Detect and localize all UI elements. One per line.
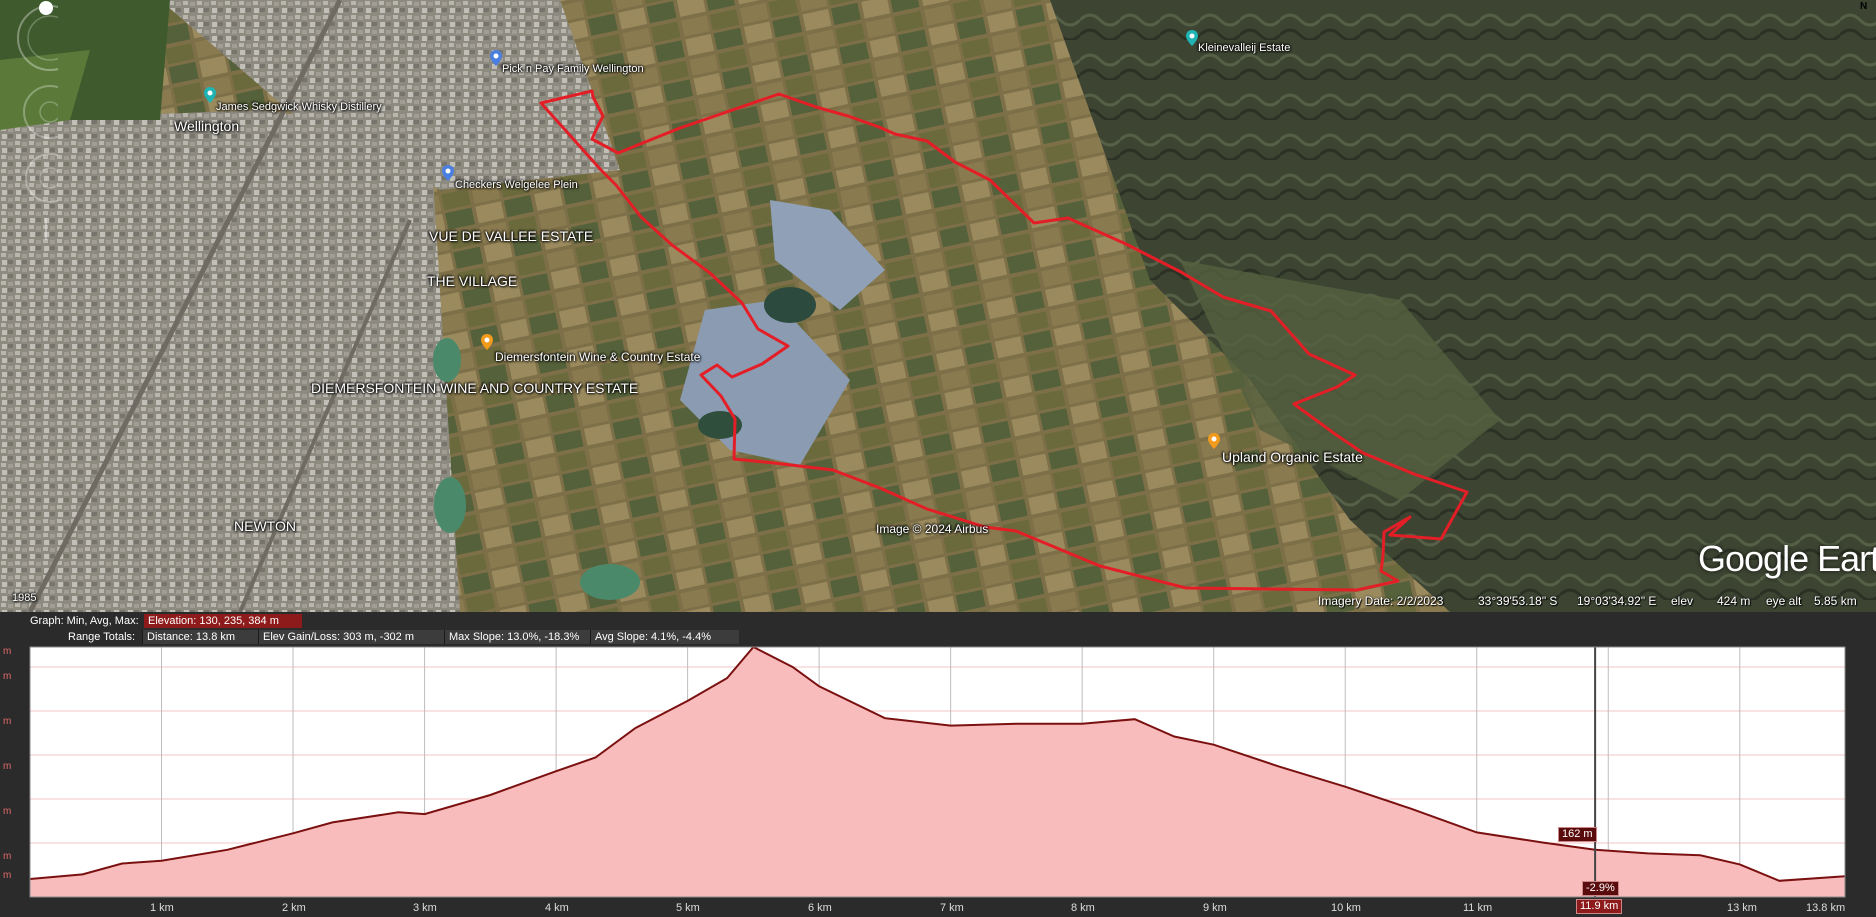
google-earth-logo: Google Earth — [1698, 538, 1876, 579]
navigation-controls[interactable] — [0, 0, 58, 240]
y-unit-label: m — [3, 870, 12, 881]
place-label-upland-organic[interactable]: Upland Organic Estate — [1222, 449, 1363, 465]
x-tick-label: 3 km — [413, 902, 437, 914]
teal-attraction-pin-icon[interactable] — [204, 87, 216, 103]
x-tick-label: 7 km — [940, 902, 964, 914]
x-tick-label: 13 km — [1727, 902, 1757, 914]
x-tick-label: 11 km — [1463, 902, 1493, 914]
historical-year-label: 1985 — [12, 592, 37, 604]
cursor-elevation-tag: 162 m — [1558, 827, 1597, 842]
y-unit-label: m — [3, 806, 12, 817]
y-unit-label: m — [3, 671, 12, 682]
eye-alt-label: eye alt — [1766, 594, 1802, 608]
x-tick-label: 4 km — [545, 902, 569, 914]
north-indicator-icon — [39, 1, 53, 15]
orange-winery-pin-icon[interactable] — [1208, 433, 1220, 449]
longitude-readout: 19°03'34.92" E — [1577, 594, 1657, 608]
y-unit-label: m — [3, 646, 12, 657]
place-label-wellington[interactable]: Wellington — [174, 118, 239, 134]
x-tick-label: 8 km — [1071, 902, 1095, 914]
place-label-diemersfontein-area[interactable]: DIEMERSFONTEIN WINE AND COUNTRY ESTATE — [311, 380, 638, 396]
place-label-distillery[interactable]: James Sedgwick Whisky Distillery — [216, 101, 382, 113]
orange-winery-pin-icon[interactable] — [481, 334, 493, 350]
imagery-date: Imagery Date: 2/2/2023 — [1318, 594, 1444, 608]
place-label-checkers[interactable]: Checkers Welgelee Plein — [455, 179, 578, 191]
blue-shopping-pin-icon[interactable] — [442, 165, 454, 181]
elev-label: elev — [1671, 594, 1694, 608]
y-unit-label: m — [3, 716, 12, 727]
x-tick-label: 13.8 km — [1806, 902, 1846, 914]
earth-map-view[interactable]: Wellington James Sedgwick Whisky Distill… — [0, 0, 1876, 612]
look-joystick-icon — [23, 85, 58, 139]
place-label-newton[interactable]: NEWTON — [234, 518, 296, 534]
cursor-distance-tag: 11.9 km — [1576, 899, 1623, 914]
elev-value: 424 m — [1717, 594, 1751, 608]
y-unit-label: m — [3, 851, 12, 862]
imagery-attribution: Image © 2024 Airbus — [876, 522, 989, 536]
x-tick-label: 9 km — [1203, 902, 1227, 914]
place-label-diemersfontein-estate[interactable]: Diemersfontein Wine & Country Estate — [495, 350, 700, 364]
place-label-vue-de-vallee[interactable]: VUE DE VALLEE ESTATE — [429, 228, 593, 244]
compass-north-label[interactable]: N — [1860, 1, 1867, 12]
elevation-chart[interactable] — [0, 612, 1876, 917]
blue-shopping-pin-icon[interactable] — [490, 50, 502, 66]
x-tick-label: 1 km — [150, 902, 174, 914]
place-label-kleinevalleij[interactable]: Kleinevalleij Estate — [1198, 42, 1290, 54]
x-tick-label: 6 km — [808, 902, 832, 914]
eye-alt-value: 5.85 km — [1814, 594, 1857, 608]
y-unit-label: m — [3, 761, 12, 772]
x-tick-label: 5 km — [676, 902, 700, 914]
x-tick-label: 10 km — [1331, 902, 1361, 914]
place-label-the-village[interactable]: THE VILLAGE — [427, 273, 517, 289]
place-label-pick-n-pay[interactable]: Pick n Pay Family Wellington — [502, 63, 644, 75]
latitude-readout: 33°39'53.18" S — [1478, 594, 1558, 608]
move-joystick-icon — [25, 153, 58, 203]
teal-attraction-pin-icon[interactable] — [1186, 30, 1198, 46]
cursor-slope-tag: -2.9% — [1582, 881, 1619, 896]
x-tick-label: 2 km — [282, 902, 306, 914]
